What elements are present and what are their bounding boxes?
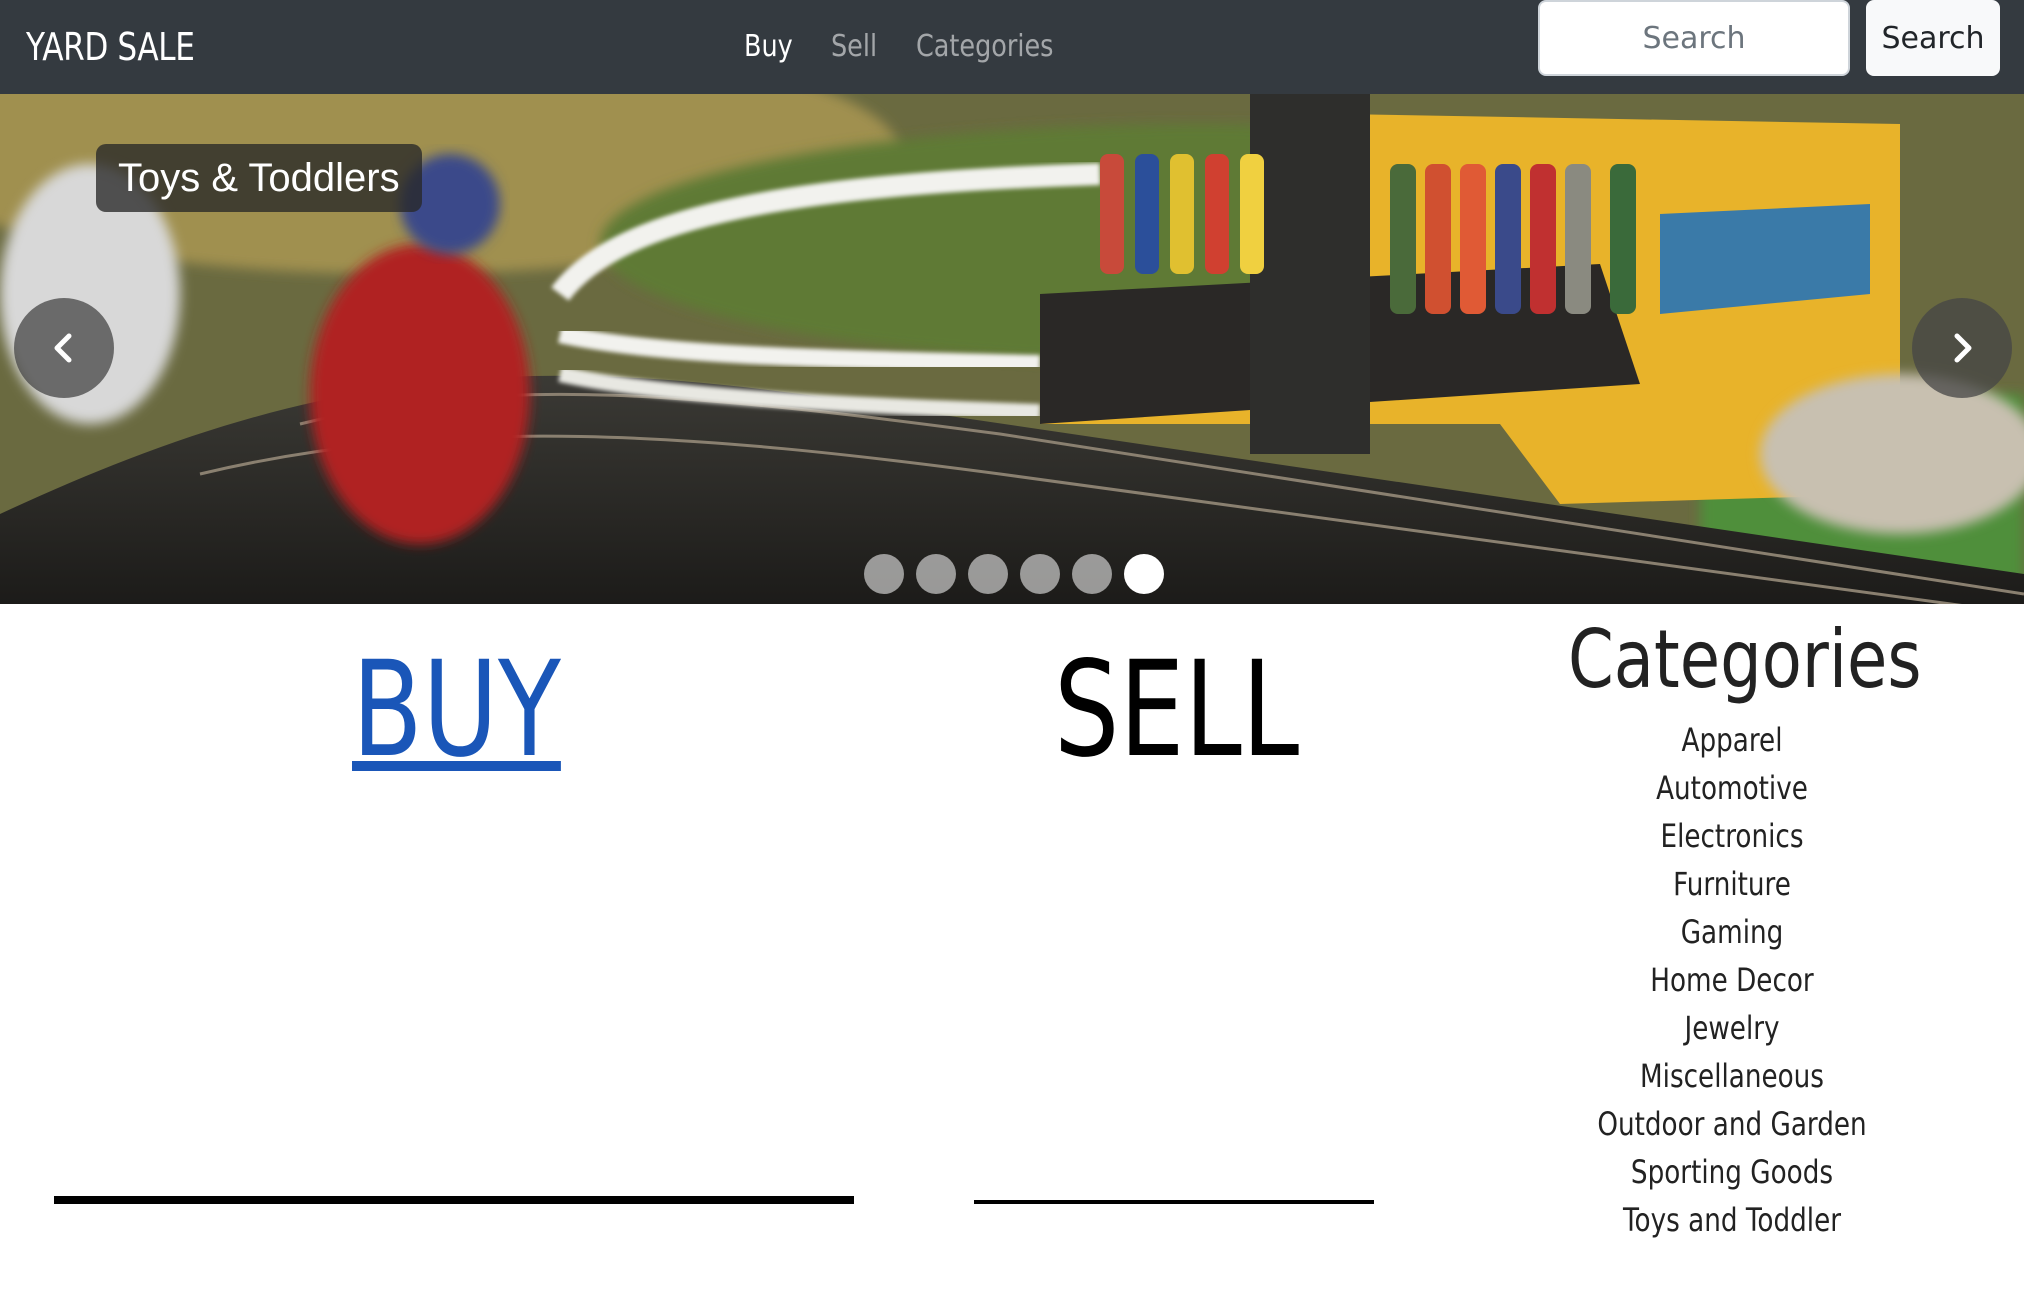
sell-heading: SELL xyxy=(1054,633,1300,787)
carousel-indicator[interactable] xyxy=(864,554,904,594)
category-item-miscellaneous[interactable]: Miscellaneous xyxy=(1568,1052,1896,1100)
nav-link-buy[interactable]: Buy xyxy=(744,18,793,76)
category-item-automotive[interactable]: Automotive xyxy=(1568,764,1896,812)
category-item-home-decor[interactable]: Home Decor xyxy=(1568,956,1896,1004)
search-button[interactable]: Search xyxy=(1866,0,2000,76)
brand-logo[interactable]: YARD SALE xyxy=(26,18,195,76)
carousel-indicator-active[interactable] xyxy=(1124,554,1164,594)
nav-links: Buy Sell Categories xyxy=(744,18,1107,76)
carousel-indicator[interactable] xyxy=(1020,554,1060,594)
carousel-prev-button[interactable] xyxy=(14,298,114,398)
category-item-apparel[interactable]: Apparel xyxy=(1568,716,1896,764)
top-navbar: YARD SALE Buy Sell Categories Search xyxy=(0,0,2024,94)
chevron-right-icon xyxy=(1954,333,1972,363)
categories-heading: Categories xyxy=(1568,613,1922,706)
sell-section: SELL xyxy=(974,610,1374,1210)
carousel-indicator[interactable] xyxy=(968,554,1008,594)
carousel-indicator[interactable] xyxy=(916,554,956,594)
nav-link-sell[interactable]: Sell xyxy=(831,18,877,76)
category-item-toys-toddler[interactable]: Toys and Toddler xyxy=(1568,1196,1896,1244)
category-item-furniture[interactable]: Furniture xyxy=(1568,860,1896,908)
nav-link-categories[interactable]: Categories xyxy=(916,18,1053,76)
categories-section: Categories Apparel Automotive Electronic… xyxy=(1532,610,1932,1250)
search-input[interactable] xyxy=(1538,0,1850,76)
carousel-indicators xyxy=(864,554,1176,594)
carousel-caption: Toys & Toddlers xyxy=(96,144,422,212)
category-item-jewelry[interactable]: Jewelry xyxy=(1568,1004,1896,1052)
categories-list: Apparel Automotive Electronics Furniture… xyxy=(1532,716,1932,1244)
divider xyxy=(54,1196,854,1204)
category-item-electronics[interactable]: Electronics xyxy=(1568,812,1896,860)
buy-section: BUY xyxy=(54,610,854,1210)
category-item-gaming[interactable]: Gaming xyxy=(1568,908,1896,956)
category-item-sporting-goods[interactable]: Sporting Goods xyxy=(1568,1148,1896,1196)
carousel-indicator[interactable] xyxy=(1072,554,1112,594)
carousel-next-button[interactable] xyxy=(1912,298,2012,398)
chevron-left-icon xyxy=(54,333,72,363)
hero-carousel: Toys & Toddlers xyxy=(0,94,2024,604)
category-item-outdoor-garden[interactable]: Outdoor and Garden xyxy=(1568,1100,1896,1148)
divider xyxy=(974,1200,1374,1204)
buy-link[interactable]: BUY xyxy=(352,630,561,790)
